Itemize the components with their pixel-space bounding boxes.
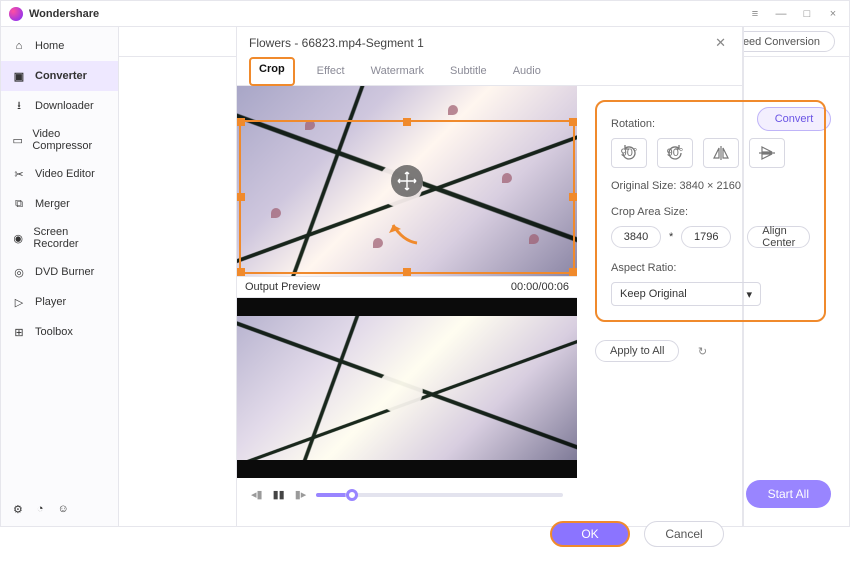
home-icon: ⌂ — [11, 38, 27, 54]
seek-slider[interactable] — [316, 493, 563, 497]
tab-watermark[interactable]: Watermark — [367, 57, 428, 85]
aspect-ratio-label: Aspect Ratio: — [611, 262, 810, 274]
sidebar-item-toolbox[interactable]: ⊞ Toolbox — [1, 317, 118, 347]
aspect-ratio-select[interactable]: Keep Original ▾ — [611, 282, 761, 306]
bell-icon[interactable]: ◔ — [37, 503, 44, 516]
rotation-label: Rotation: — [611, 118, 810, 130]
ok-button[interactable]: OK — [550, 521, 630, 547]
sidebar-item-label: Video Compressor — [32, 128, 108, 152]
cancel-button[interactable]: Cancel — [644, 521, 724, 547]
next-frame-button[interactable]: ▮▸ — [295, 488, 307, 501]
output-preview-bar: Output Preview 00:00/00:06 — [237, 276, 577, 298]
rotate-cw-button[interactable]: 90° — [657, 138, 693, 168]
logo-icon — [9, 7, 23, 21]
record-icon: ◉ — [11, 230, 25, 246]
prev-frame-button[interactable]: ◂▮ — [251, 488, 263, 501]
crop-controls-group: Rotation: 90° 90° Original Size: 3840 × … — [595, 100, 826, 322]
chevron-down-icon: ▾ — [746, 288, 752, 301]
preview-column: Output Preview 00:00/00:06 ◂▮ ▮▮ ▮▸ — [237, 86, 577, 511]
merge-icon: ⧉ — [11, 196, 27, 212]
dialog-footer: OK Cancel — [237, 511, 742, 561]
tab-effect[interactable]: Effect — [313, 57, 349, 85]
maximize-button[interactable]: □ — [799, 6, 815, 22]
disc-icon: ◎ — [11, 264, 27, 280]
align-center-button[interactable]: Align Center — [747, 226, 810, 248]
menu-icon[interactable]: ≡ — [747, 6, 763, 22]
compress-icon: ▭ — [11, 132, 24, 148]
mult-symbol: * — [669, 231, 673, 243]
crop-frame[interactable] — [239, 120, 575, 274]
converter-icon: ▣ — [11, 68, 27, 84]
sidebar-item-downloader[interactable]: ⭳ Downloader — [1, 91, 118, 121]
tab-crop[interactable]: Crop — [249, 57, 295, 86]
titlebar: Wondershare ≡ — □ × — [1, 1, 849, 27]
user-icon[interactable]: ☺ — [58, 503, 69, 516]
svg-text:90°: 90° — [621, 147, 638, 159]
close-icon[interactable]: ✕ — [711, 33, 730, 53]
content-area: Speed Conversion Convert Start All Flowe… — [119, 27, 849, 526]
sidebar-item-player[interactable]: ▷ Player — [1, 287, 118, 317]
pause-button[interactable]: ▮▮ — [273, 488, 285, 501]
crop-controls: Rotation: 90° 90° Original Size: 3840 × … — [577, 86, 844, 511]
sidebar-footer: ⚙ ◔ ☺ — [1, 493, 118, 526]
sidebar-item-home[interactable]: ⌂ Home — [1, 31, 118, 61]
sidebar-item-label: Screen Recorder — [33, 226, 108, 250]
sidebar-item-recorder[interactable]: ◉ Screen Recorder — [1, 219, 118, 257]
app-name: Wondershare — [29, 8, 99, 20]
apply-to-all-button[interactable]: Apply to All — [595, 340, 679, 362]
svg-text:90°: 90° — [667, 147, 684, 159]
timecode: 00:00/00:06 — [511, 281, 569, 293]
crop-preview[interactable] — [237, 86, 577, 276]
aspect-ratio-value: Keep Original — [620, 288, 687, 300]
transport-bar: ◂▮ ▮▮ ▮▸ — [237, 478, 577, 511]
sidebar: ⌂ Home ▣ Converter ⭳ Downloader ▭ Video Comp… — [1, 27, 119, 526]
tab-subtitle[interactable]: Subtitle — [446, 57, 491, 85]
download-icon: ⭳ — [11, 98, 27, 114]
flip-horizontal-button[interactable] — [703, 138, 739, 168]
crop-height-field[interactable] — [681, 226, 731, 248]
dialog-title: Flowers - 66823.mp4-Segment 1 — [249, 36, 424, 50]
sidebar-item-label: Merger — [35, 198, 70, 210]
close-button[interactable]: × — [825, 6, 841, 22]
app-logo: Wondershare — [9, 7, 99, 21]
sidebar-item-dvd[interactable]: ◎ DVD Burner — [1, 257, 118, 287]
sidebar-item-label: DVD Burner — [35, 266, 94, 278]
sidebar-item-compressor[interactable]: ▭ Video Compressor — [1, 121, 118, 159]
tab-audio[interactable]: Audio — [509, 57, 545, 85]
sidebar-item-label: Player — [35, 296, 66, 308]
sidebar-item-label: Toolbox — [35, 326, 73, 338]
crop-editor-dialog: Flowers - 66823.mp4-Segment 1 ✕ Crop Eff… — [237, 27, 743, 526]
settings-icon[interactable]: ⚙ — [13, 503, 23, 516]
reset-icon[interactable]: ↻ — [693, 342, 711, 360]
crop-width-field[interactable] — [611, 226, 661, 248]
sidebar-item-merger[interactable]: ⧉ Merger — [1, 189, 118, 219]
sidebar-item-label: Converter — [35, 70, 87, 82]
output-preview — [237, 298, 577, 478]
play-icon: ▷ — [11, 294, 27, 310]
sidebar-item-label: Downloader — [35, 100, 94, 112]
editor-tabs: Crop Effect Watermark Subtitle Audio — [237, 53, 742, 86]
sidebar-item-editor[interactable]: ✂ Video Editor — [1, 159, 118, 189]
callout-arrow-icon — [387, 219, 421, 245]
minimize-button[interactable]: — — [773, 6, 789, 22]
sidebar-item-label: Home — [35, 40, 64, 52]
grid-icon: ⊞ — [11, 324, 27, 340]
scissors-icon: ✂ — [11, 166, 27, 182]
sidebar-item-converter[interactable]: ▣ Converter — [1, 61, 118, 91]
flip-vertical-button[interactable] — [749, 138, 785, 168]
crop-area-label: Crop Area Size: — [611, 206, 810, 218]
move-handle-icon[interactable] — [391, 165, 423, 197]
output-preview-label: Output Preview — [245, 281, 320, 293]
sidebar-item-label: Video Editor — [35, 168, 95, 180]
rotate-ccw-button[interactable]: 90° — [611, 138, 647, 168]
original-size-text: Original Size: 3840 × 2160 — [611, 180, 810, 192]
